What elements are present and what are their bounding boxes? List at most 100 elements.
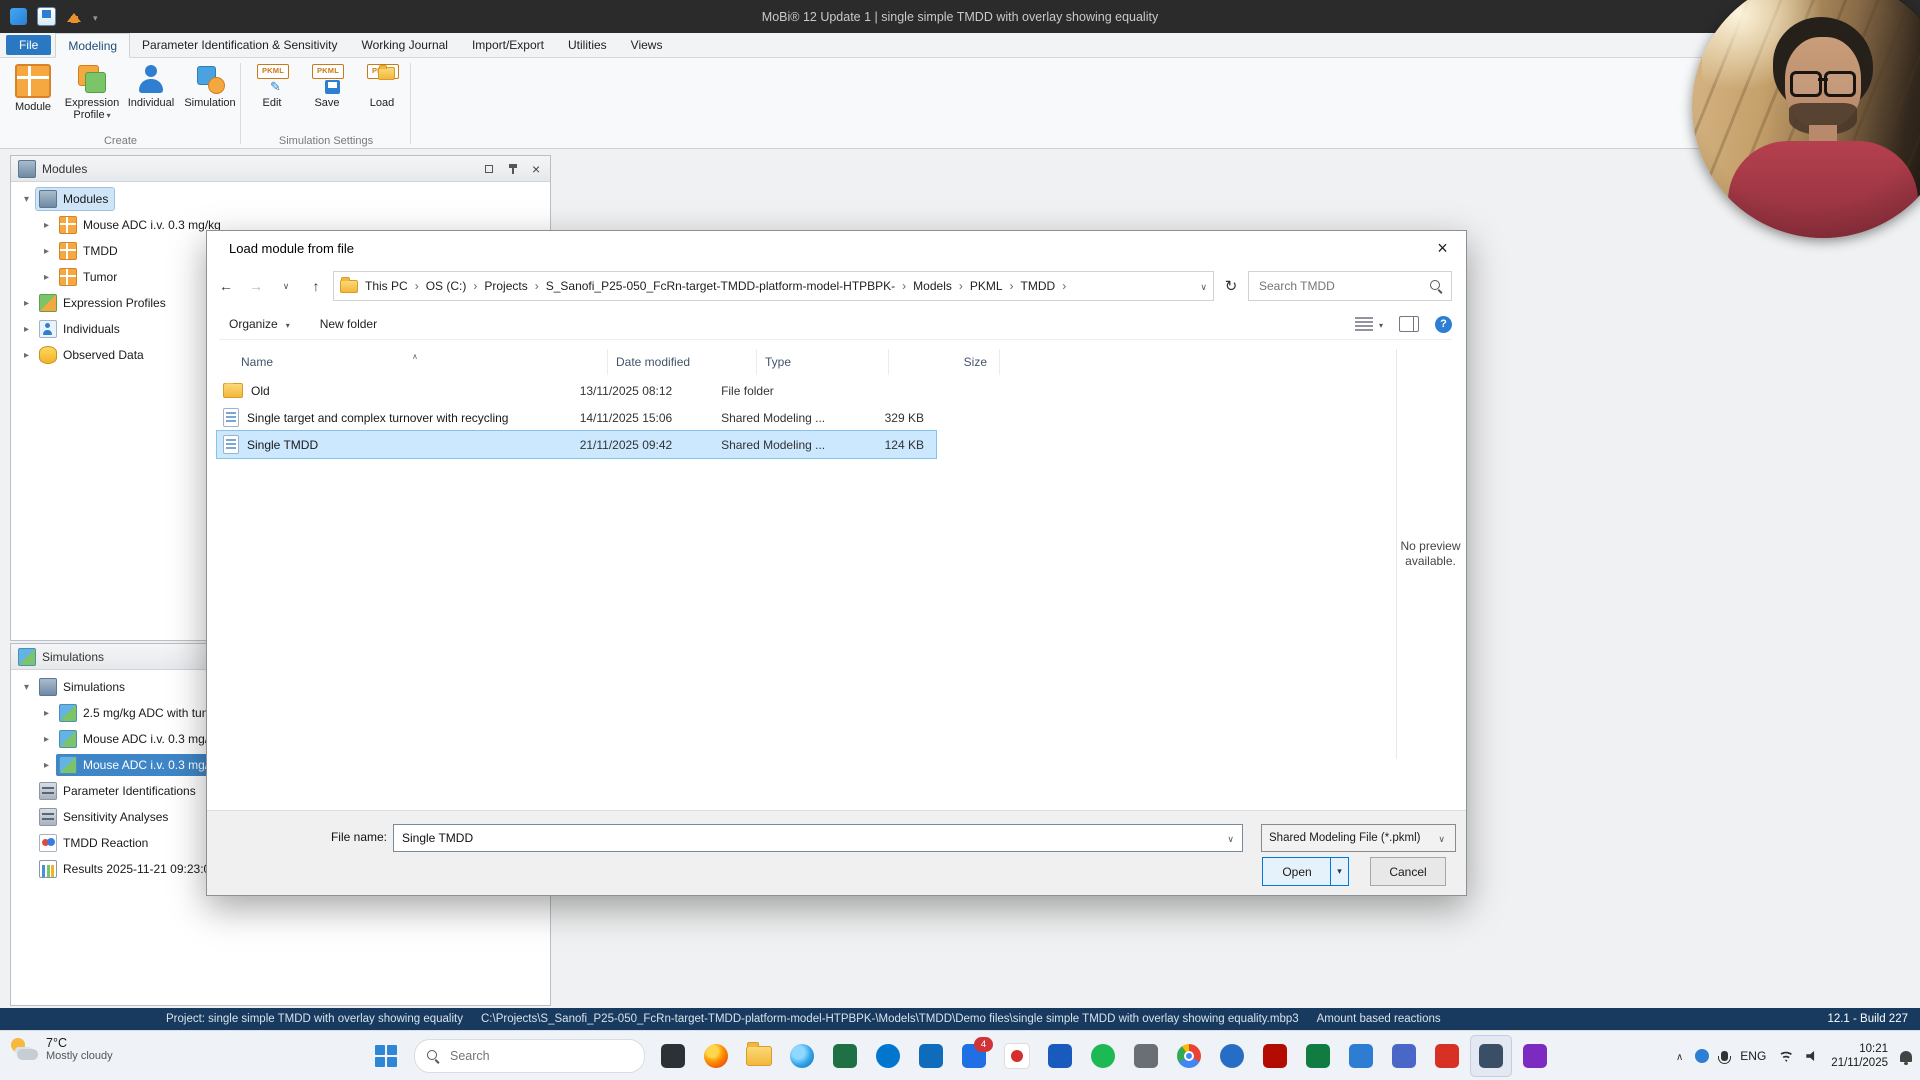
chevron-collapsed-icon[interactable] <box>41 220 52 231</box>
chevron-collapsed-icon[interactable] <box>41 760 52 771</box>
breadcrumb-os-c[interactable]: OS (C:) <box>419 279 474 293</box>
column-name[interactable]: Name <box>217 349 608 375</box>
taskbar-app-excel[interactable] <box>825 1036 865 1076</box>
panel-close-icon[interactable] <box>531 161 543 177</box>
cancel-button[interactable]: Cancel <box>1370 857 1446 886</box>
view-mode-button[interactable] <box>1354 317 1383 331</box>
panel-restore-icon[interactable] <box>483 163 495 175</box>
edit-simulation-settings-button[interactable]: PKML Edit <box>245 61 299 109</box>
quick-save-icon[interactable] <box>37 7 56 26</box>
breadcrumb-pkml[interactable]: PKML <box>963 279 1010 293</box>
column-size[interactable]: Size <box>889 349 1000 375</box>
start-button[interactable] <box>366 1036 406 1076</box>
module-button[interactable]: Module <box>4 61 62 122</box>
taskbar-app-outlook[interactable] <box>911 1036 951 1076</box>
open-button[interactable]: Open <box>1262 857 1331 886</box>
preview-pane-icon[interactable] <box>1399 316 1419 332</box>
taskbar-search-input[interactable] <box>448 1048 632 1064</box>
notification-bell-icon[interactable] <box>1900 1050 1912 1065</box>
taskbar-app-q[interactable] <box>1515 1036 1555 1076</box>
file-row-single-target[interactable]: Single target and complex turnover with … <box>217 404 936 431</box>
file-row-old[interactable]: Old 13/11/2025 08:12 File folder <box>217 377 936 404</box>
quick-access-caret-icon[interactable] <box>93 10 98 24</box>
taskbar-app-photos[interactable] <box>1341 1036 1381 1076</box>
file-row-single-tmdd-selected[interactable]: Single TMDD 21/11/2025 09:42 Shared Mode… <box>216 430 937 459</box>
dialog-search-input[interactable] <box>1257 278 1424 294</box>
taskbar-app-file-explorer[interactable] <box>739 1036 779 1076</box>
organize-button[interactable]: Organize <box>219 313 300 335</box>
microphone-icon[interactable] <box>1718 1051 1732 1064</box>
tab-utilities[interactable]: Utilities <box>556 33 619 57</box>
taskbar-app-r[interactable] <box>1212 1036 1252 1076</box>
dialog-search-box[interactable] <box>1248 271 1452 301</box>
taskbar-app-office[interactable] <box>1040 1036 1080 1076</box>
dialog-close-icon[interactable] <box>1420 232 1465 264</box>
taskbar-app-security[interactable] <box>997 1036 1037 1076</box>
taskbar-app-firefox[interactable] <box>696 1036 736 1076</box>
breadcrumb-this-pc[interactable]: This PC <box>358 279 415 293</box>
address-dropdown-icon[interactable] <box>1200 279 1207 293</box>
taskbar-app-phone-link[interactable]: 4 <box>954 1036 994 1076</box>
chevron-collapsed-icon[interactable] <box>41 272 52 283</box>
tab-working-journal[interactable]: Working Journal <box>349 33 459 57</box>
taskbar-app-pdf[interactable] <box>1427 1036 1467 1076</box>
quick-export-icon[interactable] <box>66 8 83 25</box>
file-type-select[interactable]: Shared Modeling File (*.pkml) <box>1261 824 1456 852</box>
taskbar-app-terminal[interactable] <box>653 1036 693 1076</box>
tab-modeling[interactable]: Modeling <box>55 33 131 58</box>
hidden-icons-chevron-icon[interactable] <box>1676 1049 1683 1063</box>
tray-app-icon[interactable] <box>1695 1049 1710 1063</box>
breadcrumb-project-folder[interactable]: S_Sanofi_P25-050_FcRn-target-TMDD-platfo… <box>539 279 902 293</box>
new-folder-button[interactable]: New folder <box>310 313 387 335</box>
taskbar-app-dell[interactable] <box>868 1036 908 1076</box>
wifi-icon[interactable] <box>1778 1050 1795 1062</box>
refresh-icon[interactable] <box>1218 273 1244 299</box>
breadcrumb-projects[interactable]: Projects <box>477 279 534 293</box>
tab-file[interactable]: File <box>6 35 52 55</box>
tab-views[interactable]: Views <box>619 33 675 57</box>
taskbar-app-recording-active[interactable] <box>1470 1035 1512 1077</box>
chevron-expanded-icon[interactable] <box>21 194 32 205</box>
forward-icon[interactable] <box>243 273 269 299</box>
save-simulation-settings-button[interactable]: PKML Save <box>300 61 354 109</box>
recent-locations-icon[interactable] <box>273 273 299 299</box>
back-icon[interactable] <box>213 273 239 299</box>
taskbar-app-camera[interactable] <box>1126 1036 1166 1076</box>
preview-pane-divider[interactable] <box>1396 349 1397 759</box>
chevron-expanded-icon[interactable] <box>21 682 32 693</box>
taskbar-app-spotify[interactable] <box>1083 1036 1123 1076</box>
taskbar-app-chrome[interactable] <box>1169 1036 1209 1076</box>
file-name-input[interactable] <box>394 831 1220 845</box>
volume-icon[interactable] <box>1806 1050 1815 1062</box>
tree-item-modules-root[interactable]: Modules <box>11 186 550 212</box>
weather-widget[interactable]: 7°C Mostly cloudy <box>10 1036 113 1062</box>
load-simulation-settings-button[interactable]: PKML Load <box>355 61 409 109</box>
expression-profile-button[interactable]: Expression Profile <box>63 61 121 122</box>
language-indicator[interactable]: ENG <box>1740 1049 1766 1063</box>
chevron-collapsed-icon[interactable] <box>41 734 52 745</box>
column-type[interactable]: Type <box>757 349 889 375</box>
tab-parameter-identification[interactable]: Parameter Identification & Sensitivity <box>130 33 349 57</box>
file-name-combobox[interactable] <box>393 824 1243 852</box>
breadcrumb-tmdd[interactable]: TMDD <box>1014 279 1063 293</box>
chevron-collapsed-icon[interactable] <box>21 298 32 309</box>
simulation-button[interactable]: Simulation <box>181 61 239 122</box>
taskbar-clock[interactable]: 10:21 21/11/2025 <box>1831 1042 1888 1070</box>
taskbar-app-edge[interactable] <box>782 1036 822 1076</box>
help-icon[interactable] <box>1435 315 1452 333</box>
chevron-collapsed-icon[interactable] <box>41 708 52 719</box>
taskbar-app-sheets[interactable] <box>1298 1036 1338 1076</box>
chevron-collapsed-icon[interactable] <box>41 246 52 257</box>
breadcrumb[interactable]: This PC OS (C:) Projects S_Sanofi_P25-05… <box>333 271 1214 301</box>
individual-button[interactable]: Individual <box>122 61 180 122</box>
chevron-down-icon[interactable] <box>1219 831 1242 845</box>
taskbar-search[interactable] <box>414 1039 645 1073</box>
breadcrumb-models[interactable]: Models <box>906 279 959 293</box>
panel-pin-icon[interactable] <box>507 163 519 175</box>
up-icon[interactable] <box>303 273 329 299</box>
column-date-modified[interactable]: Date modified <box>608 349 757 375</box>
open-split-dropdown-icon[interactable] <box>1330 857 1349 886</box>
tab-import-export[interactable]: Import/Export <box>460 33 556 57</box>
chevron-collapsed-icon[interactable] <box>21 324 32 335</box>
chevron-collapsed-icon[interactable] <box>21 350 32 361</box>
